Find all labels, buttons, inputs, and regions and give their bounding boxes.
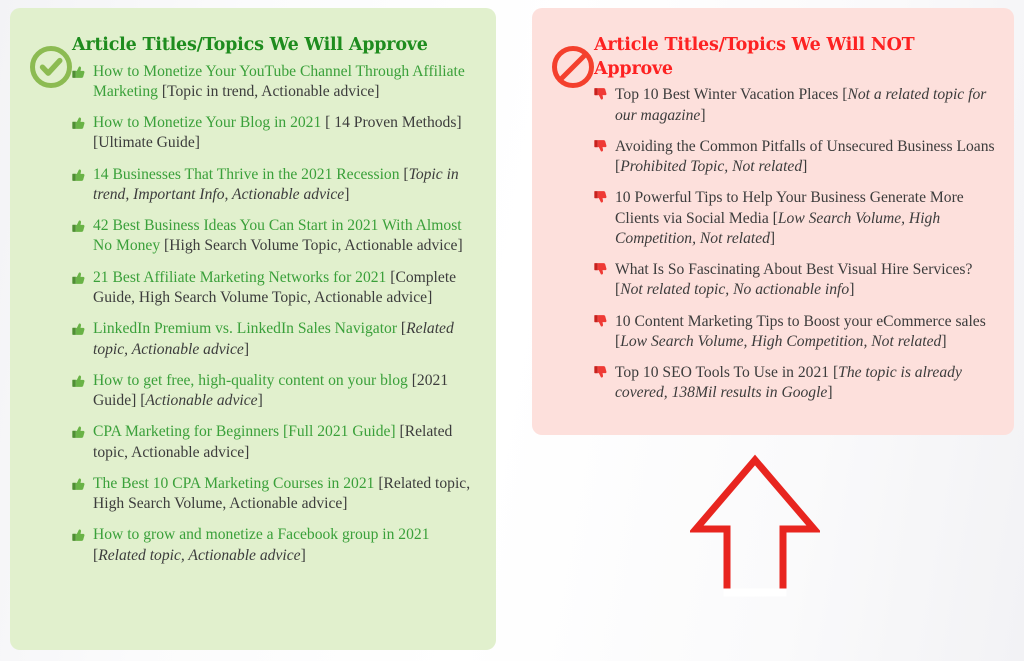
list-item: LinkedIn Premium vs. LinkedIn Sales Navi… — [72, 319, 478, 360]
note-bracket-close: ] — [941, 332, 947, 350]
note-bracket-close: ] — [244, 443, 250, 461]
note-bracket-close: ] — [300, 546, 306, 564]
topic-title: Top 10 Best Winter Vacation Places — [615, 86, 839, 104]
note-bracket-open: [ — [160, 237, 170, 255]
list-item: 21 Best Affiliate Marketing Networks for… — [72, 268, 478, 309]
approve-topic-list: How to Monetize Your YouTube Channel Thr… — [72, 62, 478, 566]
reject-panel-inner: Article Titles/Topics We Will NOT Approv… — [532, 8, 1014, 422]
list-item: CPA Marketing for Beginners [Full 2021 G… — [72, 422, 478, 463]
circle-check-icon — [28, 44, 74, 90]
note-italic-text: Prohibited Topic, Not related — [620, 158, 803, 176]
note-bracket-close: ] — [769, 229, 776, 247]
thumbs-up-icon — [72, 373, 88, 389]
list-item: Avoiding the Common Pitfalls of Unsecure… — [594, 137, 996, 178]
thumbs-up-icon — [72, 321, 88, 337]
note-bracket-close: ] — [827, 384, 833, 402]
topic-title: Avoiding the Common Pitfalls of Unsecure… — [615, 137, 995, 155]
list-item: How to grow and monetize a Facebook grou… — [72, 525, 478, 566]
list-item: 10 Powerful Tips to Help Your Business G… — [594, 188, 996, 249]
topic-note: [Related topic, Actionable advice] — [93, 547, 306, 564]
note-bracket-close: ] — [427, 289, 433, 307]
list-item: How to Monetize Your Blog in 2021 [ 14 P… — [72, 113, 478, 154]
topic-title: 21 Best Affiliate Marketing Networks for… — [93, 268, 387, 286]
thumbs-up-icon — [72, 167, 88, 183]
thumbs-up-icon — [72, 270, 88, 286]
approve-panel-title: Article Titles/Topics We Will Approve — [72, 35, 428, 55]
topic-title: Top 10 SEO Tools To Use in 2021 — [615, 364, 830, 382]
topic-note: [Prohibited Topic, Not related] — [615, 158, 807, 175]
topic-title: What Is So Fascinating About Best Visual… — [615, 261, 973, 279]
no-entry-icon — [550, 44, 596, 90]
thumbs-down-icon — [594, 190, 610, 206]
note-bracket-close: ] — [374, 82, 380, 100]
note-bracket-close: ] — [257, 392, 263, 410]
topic-note: [High Search Volume Topic, Actionable ad… — [160, 237, 463, 254]
topic-title: 10 Content Marketing Tips to Boost your … — [615, 312, 986, 330]
note-italic-text: Actionable advice — [145, 392, 258, 410]
note-bracket-close: ] — [802, 158, 808, 176]
note-bracket-open: [ — [395, 423, 405, 441]
list-item: 10 Content Marketing Tips to Boost your … — [594, 312, 996, 353]
page-root: Article Titles/Topics We Will Approve Ho… — [0, 0, 1024, 661]
note-italic-text: Not related topic, No actionable info — [620, 281, 850, 299]
note-italic-text: Related topic, Actionable advice — [98, 546, 301, 564]
thumbs-down-icon — [594, 139, 610, 155]
list-item: Top 10 Best Winter Vacation Places [Not … — [594, 85, 996, 126]
topic-note: [Topic in trend, Actionable advice] — [157, 82, 380, 100]
note-bracket-open: [ — [829, 364, 839, 382]
list-item: What Is So Fascinating About Best Visual… — [594, 260, 996, 301]
topic-note: [Not related topic, No actionable info] — [615, 281, 854, 298]
approve-panel-inner: Article Titles/Topics We Will Approve Ho… — [10, 8, 496, 584]
thumbs-down-icon — [594, 314, 610, 330]
note-bracket-open: [ — [399, 165, 409, 183]
note-bracket-close: ] — [849, 281, 855, 299]
topic-title: How to Monetize Your Blog in 2021 — [93, 114, 322, 132]
topic-title: CPA Marketing for Beginners [Full 2021 G… — [93, 423, 396, 441]
thumbs-up-icon — [72, 64, 88, 80]
reject-topic-list: Top 10 Best Winter Vacation Places [Not … — [594, 85, 996, 403]
topic-title: LinkedIn Premium vs. LinkedIn Sales Navi… — [93, 320, 398, 338]
note-bracket-close: ] — [700, 106, 706, 124]
list-item: 42 Best Business Ideas You Can Start in … — [72, 216, 478, 257]
thumbs-up-icon — [72, 218, 88, 234]
thumbs-down-icon — [594, 365, 610, 381]
list-item: Top 10 SEO Tools To Use in 2021 [The top… — [594, 363, 996, 404]
thumbs-up-icon — [72, 476, 88, 492]
topic-note: [Low Search Volume, High Competition, No… — [615, 333, 947, 350]
note-bracket-close: ] — [344, 185, 350, 203]
topic-title: How to grow and monetize a Facebook grou… — [93, 526, 430, 544]
note-bracket-open: [ — [374, 474, 384, 492]
list-item: 14 Businesses That Thrive in the 2021 Re… — [72, 165, 478, 206]
note-bracket-close: ] — [243, 340, 250, 358]
topic-title: How to get free, high-quality content on… — [93, 371, 408, 389]
note-bracket-open: [ — [321, 114, 335, 132]
thumbs-up-icon — [72, 115, 88, 131]
note-bracket-close: ] — [457, 237, 463, 255]
reject-panel: Article Titles/Topics We Will NOT Approv… — [532, 8, 1014, 435]
note-bracket-close: ] — [342, 495, 348, 513]
topic-title: 14 Businesses That Thrive in the 2021 Re… — [93, 165, 400, 183]
note-italic-text: Low Search Volume, High Competition, Not… — [620, 332, 942, 350]
list-item: The Best 10 CPA Marketing Courses in 202… — [72, 474, 478, 515]
note-bracket-close: ] — [194, 134, 200, 152]
note-bracket-open: [ — [397, 320, 407, 338]
list-item: How to Monetize Your YouTube Channel Thr… — [72, 62, 478, 103]
note-bracket-open: [ — [157, 82, 168, 100]
thumbs-down-icon — [594, 262, 610, 278]
thumbs-up-icon — [72, 527, 88, 543]
topic-title: The Best 10 CPA Marketing Courses in 202… — [93, 474, 375, 492]
thumbs-up-icon — [72, 424, 88, 440]
thumbs-down-icon — [594, 87, 610, 103]
note-plain-text: Topic in trend, Actionable advice — [167, 82, 375, 100]
list-item: How to get free, high-quality content on… — [72, 371, 478, 412]
approve-panel: Article Titles/Topics We Will Approve Ho… — [10, 8, 496, 650]
note-plain-text: High Search Volume Topic, Actionable adv… — [169, 237, 458, 255]
note-bracket-open: [ — [768, 209, 778, 227]
reject-panel-title: Article Titles/Topics We Will NOT Approv… — [594, 35, 915, 79]
up-arrow-outline-icon — [690, 452, 820, 597]
